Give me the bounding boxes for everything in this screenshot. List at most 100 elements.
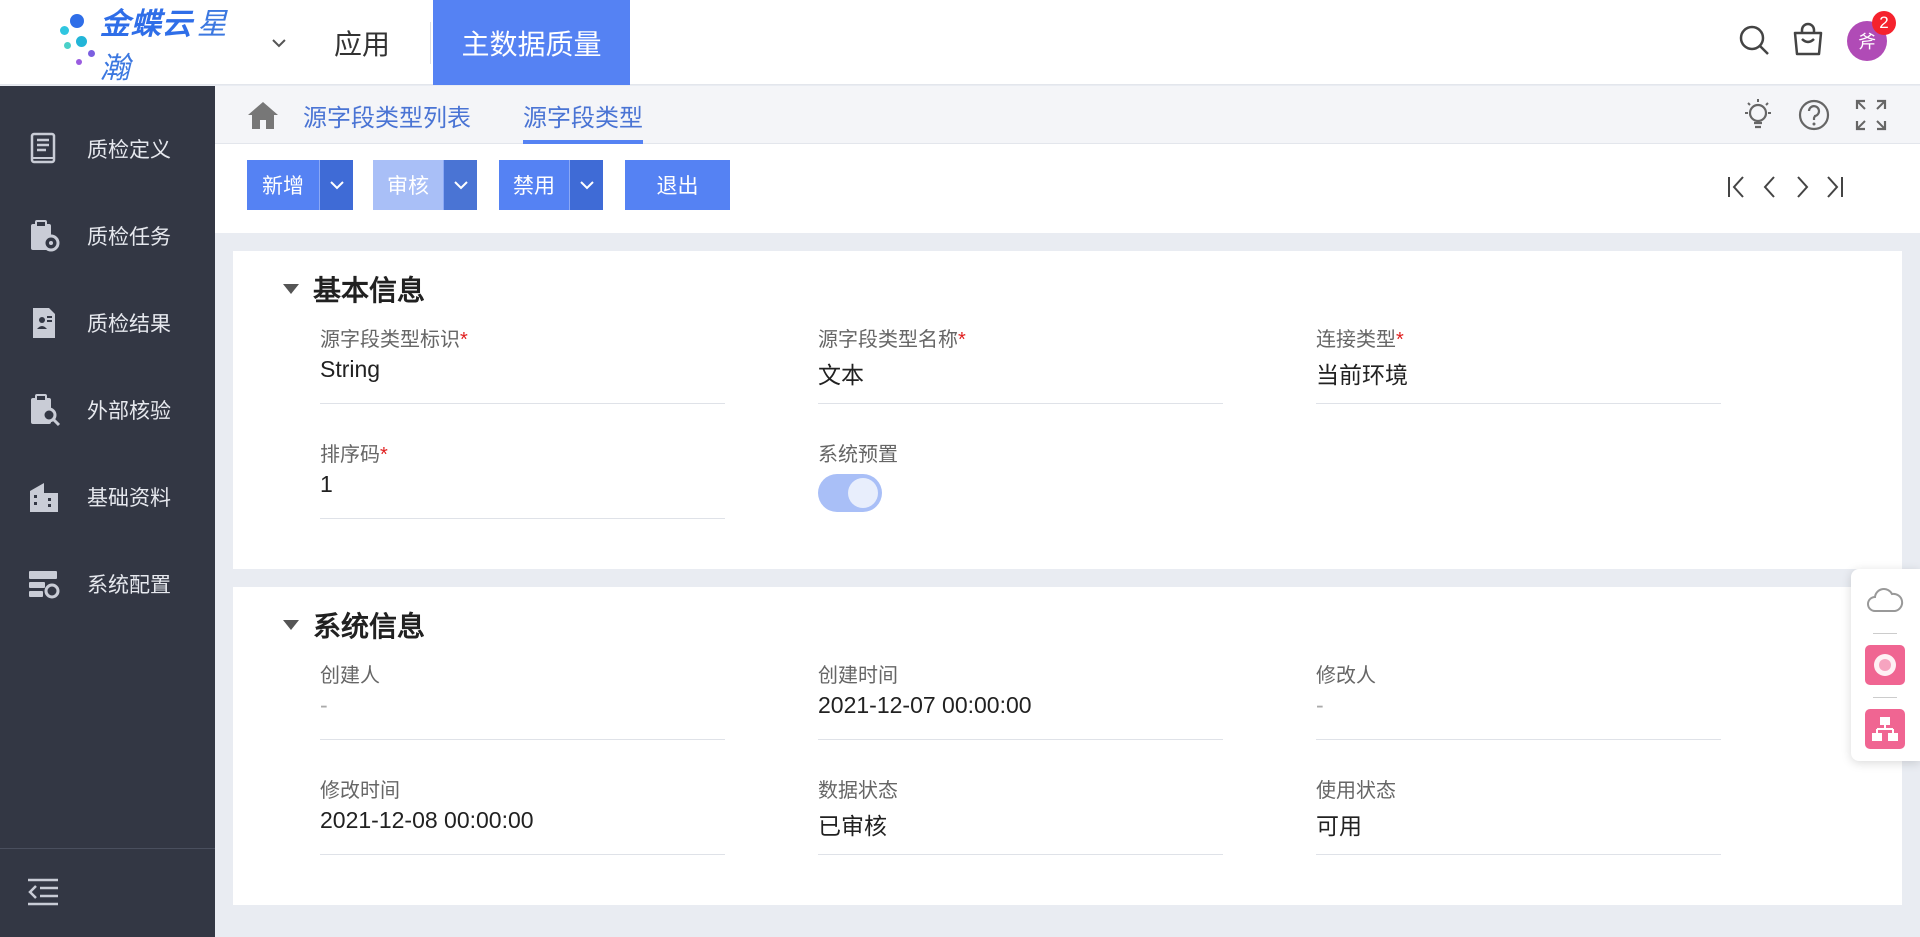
search-icon[interactable] <box>1736 22 1772 58</box>
field-label: 连接类型* <box>1316 329 1404 351</box>
basic-info-panel: 基本信息 源字段类型标识* String 源字段类型名称* 文本 连接类型* 当… <box>233 251 1902 569</box>
cloud-icon[interactable] <box>1865 581 1905 621</box>
tab-source-field-type[interactable]: 源字段类型 <box>523 86 643 144</box>
system-info-header[interactable]: 系统信息 <box>283 605 425 645</box>
created-at-value: 2021-12-07 00:00:00 <box>818 692 1032 718</box>
system-info-title: 系统信息 <box>313 611 426 642</box>
sidebar-item-external-verification[interactable]: 外部核验 <box>0 380 215 440</box>
field-label: 修改时间 <box>320 780 400 802</box>
source-type-name-input[interactable]: 文本 <box>818 356 864 390</box>
sidebar-item-label: 质检任务 <box>87 226 171 249</box>
first-page-icon[interactable] <box>1725 174 1751 200</box>
chevron-down-icon <box>453 181 468 190</box>
basic-info-title: 基本信息 <box>313 275 426 306</box>
new-button-group: 新增 <box>247 160 353 210</box>
sort-code-input[interactable]: 1 <box>320 471 333 498</box>
modified-at-value: 2021-12-08 00:00:00 <box>320 807 534 833</box>
nav-master-data-quality[interactable]: 主数据质量 <box>433 0 630 85</box>
chevron-down-icon[interactable] <box>270 34 288 52</box>
creator-value: - <box>320 692 328 718</box>
sidebar-item-system-config[interactable]: 系统配置 <box>0 554 215 614</box>
field-underline <box>320 739 725 740</box>
system-info-panel: 系统信息 创建人 - 创建时间 2021-12-07 00:00:00 修改人 … <box>233 587 1902 905</box>
home-icon[interactable] <box>247 100 279 130</box>
field-modified-at: 修改时间 2021-12-08 00:00:00 <box>320 774 725 855</box>
new-dropdown-button[interactable] <box>319 160 353 210</box>
audit-button[interactable]: 审核 <box>373 160 443 210</box>
help-icon[interactable] <box>1796 97 1832 133</box>
shopping-bag-icon[interactable] <box>1790 22 1826 58</box>
top-bar: 金蝶云 星瀚 应用 主数据质量 斧 2 <box>0 0 1920 85</box>
sidebar-item-label: 质检结果 <box>87 313 171 336</box>
field-underline <box>320 403 725 404</box>
field-label: 源字段类型标识* <box>320 329 468 351</box>
disable-dropdown-button[interactable] <box>569 160 603 210</box>
required-mark: * <box>1396 329 1404 351</box>
chevron-down-icon <box>329 181 344 190</box>
toggle-knob <box>848 478 878 508</box>
modifier-value: - <box>1316 692 1324 718</box>
field-label: 系统预置 <box>818 444 898 466</box>
field-connection-type: 连接类型* 当前环境 <box>1316 323 1721 404</box>
floating-tools <box>1851 569 1920 761</box>
sidebar-item-quality-task[interactable]: 质检任务 <box>0 206 215 266</box>
report-icon <box>33 308 55 338</box>
field-label: 修改人 <box>1316 665 1376 687</box>
audit-button-group: 审核 <box>373 160 477 210</box>
book-icon <box>30 132 56 164</box>
required-mark: * <box>380 444 388 466</box>
field-underline <box>320 518 725 519</box>
nav-app[interactable]: 应用 <box>318 0 406 85</box>
settings-panel-icon <box>29 571 60 599</box>
float-divider <box>1873 633 1897 634</box>
field-label: 使用状态 <box>1316 780 1396 802</box>
sidebar-item-basic-data[interactable]: 基础资料 <box>0 467 215 527</box>
org-chart-icon[interactable] <box>1865 709 1905 749</box>
disable-button[interactable]: 禁用 <box>499 160 569 210</box>
field-underline <box>818 403 1223 404</box>
sidebar-item-label: 质检定义 <box>87 139 171 162</box>
next-page-icon[interactable] <box>1789 174 1815 200</box>
field-underline <box>1316 739 1721 740</box>
brand-logo[interactable]: 金蝶云 星瀚 <box>58 8 288 85</box>
tab-source-field-type-list[interactable]: 源字段类型列表 <box>303 86 471 144</box>
exit-button[interactable]: 退出 <box>625 160 730 210</box>
fullscreen-icon[interactable] <box>1853 97 1889 133</box>
field-underline <box>320 854 725 855</box>
system-preset-toggle[interactable] <box>818 474 882 512</box>
brand-name: 金蝶云 星瀚 <box>100 0 258 87</box>
basic-info-header[interactable]: 基本信息 <box>283 269 425 309</box>
sidebar-divider <box>0 848 215 849</box>
required-mark: * <box>460 329 468 351</box>
sidebar: 质检定义 质检任务 质检结果 外部核验 基础资料 系统配置 <box>0 86 215 937</box>
field-source-type-id: 源字段类型标识* String <box>320 323 725 404</box>
nav-divider <box>430 22 431 64</box>
source-type-id-input[interactable]: String <box>320 356 380 383</box>
field-created-at: 创建时间 2021-12-07 00:00:00 <box>818 659 1223 740</box>
collapse-triangle-icon <box>283 620 299 630</box>
field-sort-code: 排序码* 1 <box>320 438 725 519</box>
field-system-preset: 系统预置 <box>818 438 1223 518</box>
data-status-value: 已审核 <box>818 813 887 839</box>
collapse-menu-icon[interactable] <box>26 877 60 907</box>
field-label: 源字段类型名称* <box>818 329 966 351</box>
clipboard-gear-icon <box>31 220 60 252</box>
disable-button-group: 禁用 <box>499 160 603 210</box>
audit-dropdown-button[interactable] <box>443 160 477 210</box>
sidebar-item-quality-definition[interactable]: 质检定义 <box>0 119 215 179</box>
field-label: 创建人 <box>320 665 380 687</box>
sidebar-item-quality-result[interactable]: 质检结果 <box>0 293 215 353</box>
required-mark: * <box>958 329 966 351</box>
new-button[interactable]: 新增 <box>247 160 319 210</box>
field-label: 创建时间 <box>818 665 898 687</box>
lightbulb-icon[interactable] <box>1740 97 1776 133</box>
brand-main-text: 金蝶云 <box>99 8 193 41</box>
field-underline <box>1316 854 1721 855</box>
field-creator: 创建人 - <box>320 659 725 740</box>
assistant-icon[interactable] <box>1865 645 1905 685</box>
prev-page-icon[interactable] <box>1757 174 1783 200</box>
connection-type-select[interactable]: 当前环境 <box>1316 356 1408 390</box>
use-status-value: 可用 <box>1316 813 1362 839</box>
field-underline <box>818 854 1223 855</box>
last-page-icon[interactable] <box>1820 174 1846 200</box>
